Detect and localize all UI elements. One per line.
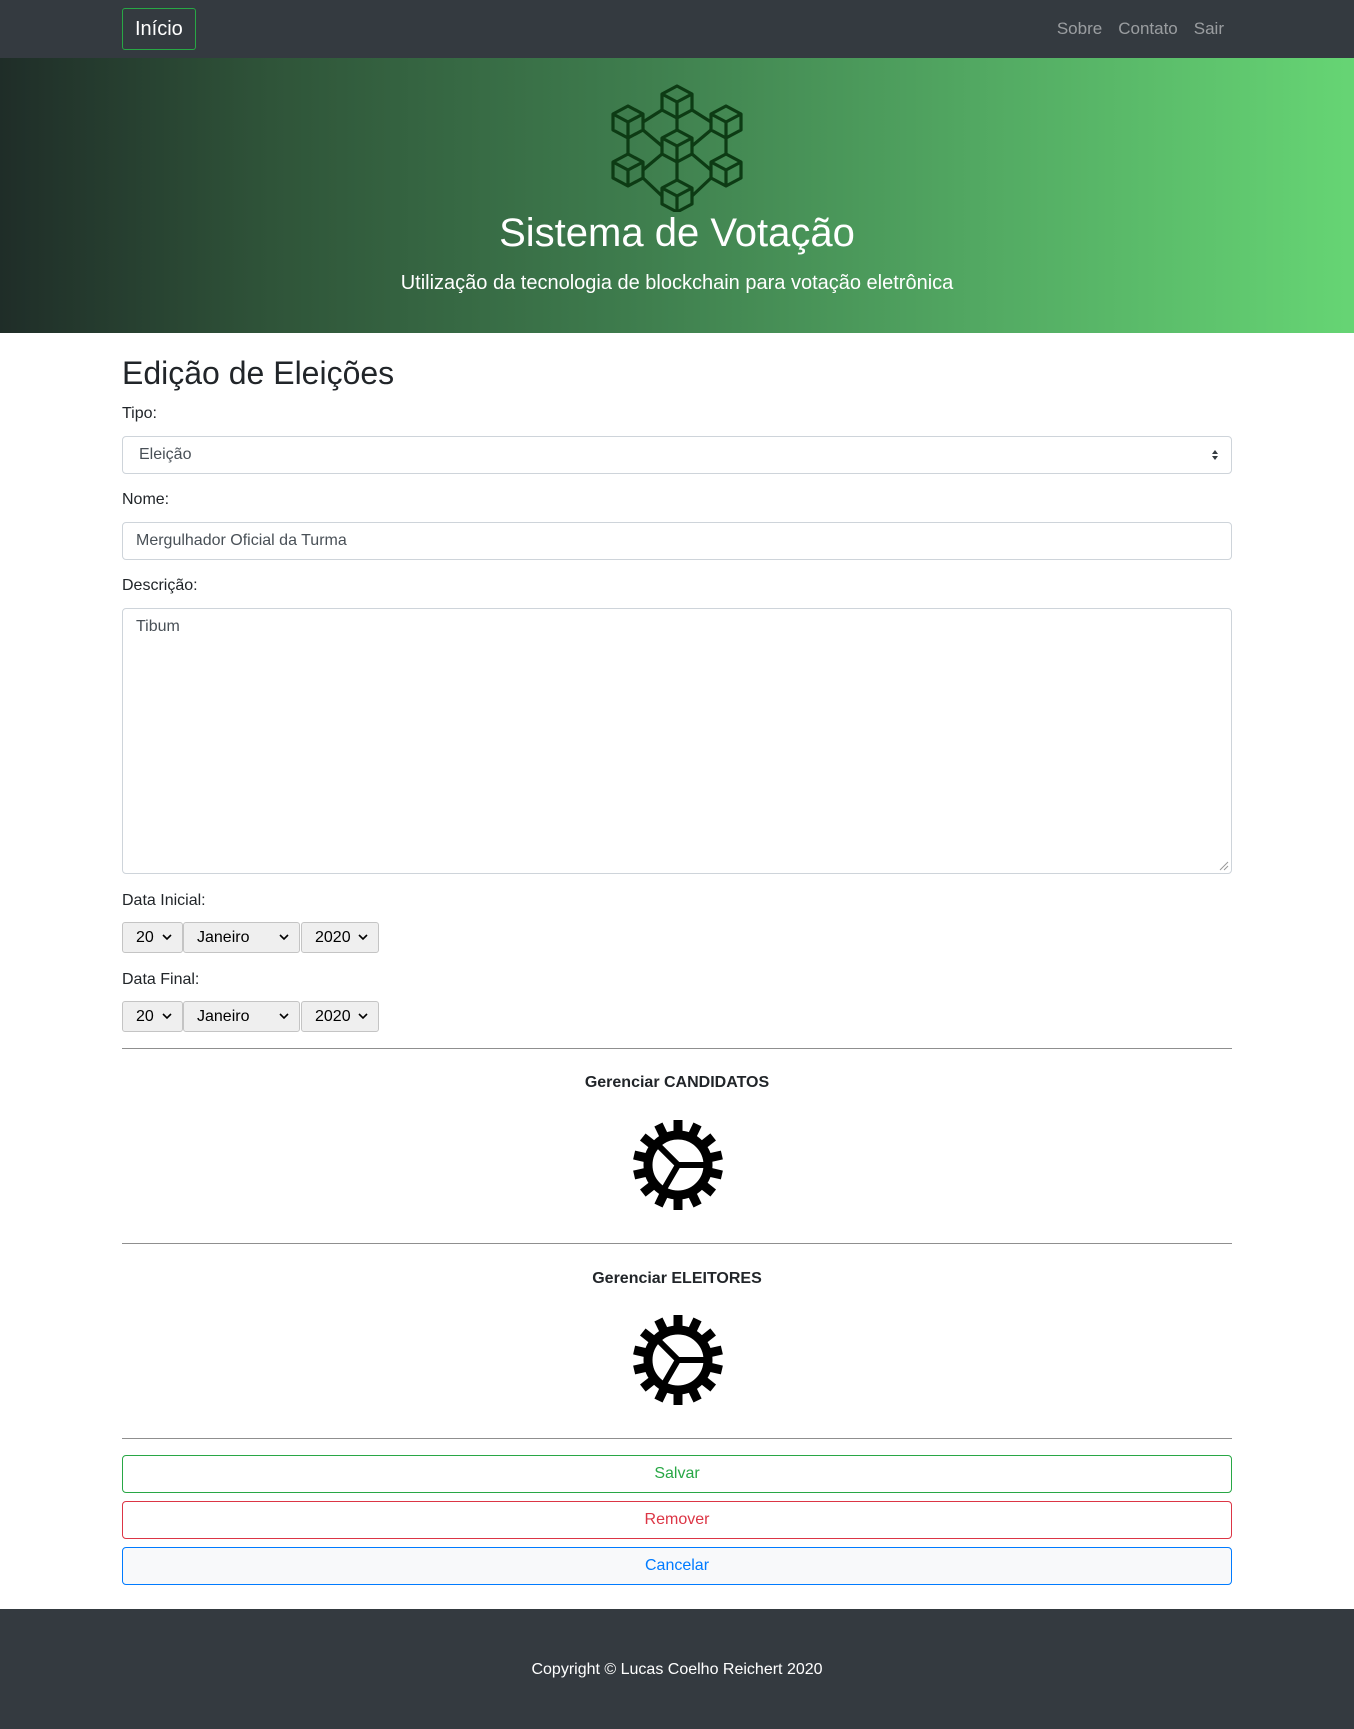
- tipo-select[interactable]: Eleição: [122, 436, 1232, 474]
- cancel-button[interactable]: Cancelar: [122, 1547, 1232, 1585]
- day-value: 20: [136, 929, 154, 946]
- tipo-select-value: Eleição: [139, 446, 192, 463]
- data-inicial-month-select[interactable]: Janeiro: [183, 922, 300, 953]
- remove-button[interactable]: Remover: [122, 1501, 1232, 1539]
- copyright-text: Copyright © Lucas Coelho Reichert 2020: [531, 1661, 823, 1678]
- month-value: Janeiro: [197, 1008, 250, 1025]
- month-value: Janeiro: [197, 929, 250, 946]
- hero-title: Sistema de Votação: [499, 211, 855, 255]
- footer: Copyright © Lucas Coelho Reichert 2020: [0, 1609, 1354, 1729]
- data-inicial-day-select[interactable]: 20: [122, 922, 183, 953]
- nav-home-link[interactable]: Início: [122, 8, 196, 50]
- divider: [122, 1048, 1232, 1049]
- descricao-value: Tibum: [136, 618, 180, 635]
- nome-label: Nome:: [122, 491, 170, 508]
- gear-icon[interactable]: [633, 1120, 723, 1210]
- chevron-down-icon: [358, 934, 368, 941]
- save-button[interactable]: Salvar: [122, 1455, 1232, 1493]
- manage-candidates-title: Gerenciar CANDIDATOS: [584, 1074, 770, 1091]
- nome-input[interactable]: Mergulhador Oficial da Turma: [122, 522, 1232, 560]
- data-final-month-select[interactable]: Janeiro: [183, 1001, 300, 1032]
- nav-link-contato[interactable]: Contato: [1118, 19, 1178, 39]
- chevron-down-icon: [358, 1013, 368, 1020]
- divider: [122, 1438, 1232, 1439]
- year-value: 2020: [315, 929, 351, 946]
- nav-link-sair[interactable]: Sair: [1194, 19, 1224, 39]
- chevron-down-icon: [162, 1013, 172, 1020]
- manage-voters-title: Gerenciar ELEITORES: [592, 1270, 762, 1287]
- chevron-down-icon: [279, 934, 289, 941]
- descricao-label: Descrição:: [122, 577, 198, 594]
- data-final-year-select[interactable]: 2020: [301, 1001, 379, 1032]
- chevron-down-icon: [279, 1013, 289, 1020]
- day-value: 20: [136, 1008, 154, 1025]
- data-inicial-label: Data Inicial:: [122, 892, 206, 909]
- nav-links: Sobre Contato Sair: [1057, 0, 1224, 58]
- blockchain-cubes-icon: [611, 84, 743, 212]
- resize-grip-icon[interactable]: [1219, 861, 1229, 871]
- data-inicial-year-select[interactable]: 2020: [301, 922, 379, 953]
- top-navbar: Início Sobre Contato Sair: [0, 0, 1354, 58]
- page-title: Edição de Eleições: [122, 355, 395, 391]
- hero-banner: Sistema de Votação Utilização da tecnolo…: [0, 58, 1354, 333]
- descricao-textarea[interactable]: Tibum: [122, 608, 1232, 874]
- select-arrows-icon: [1212, 450, 1218, 460]
- chevron-down-icon: [162, 934, 172, 941]
- nav-link-sobre[interactable]: Sobre: [1057, 19, 1102, 39]
- data-final-day-select[interactable]: 20: [122, 1001, 183, 1032]
- gear-icon[interactable]: [633, 1315, 723, 1405]
- tipo-label: Tipo:: [122, 405, 157, 422]
- hero-subtitle: Utilização da tecnologia de blockchain p…: [400, 272, 954, 294]
- data-final-selects: 20 Janeiro 2020: [122, 1001, 379, 1032]
- data-inicial-selects: 20 Janeiro 2020: [122, 922, 379, 953]
- divider: [122, 1243, 1232, 1244]
- data-final-label: Data Final:: [122, 971, 200, 988]
- year-value: 2020: [315, 1008, 351, 1025]
